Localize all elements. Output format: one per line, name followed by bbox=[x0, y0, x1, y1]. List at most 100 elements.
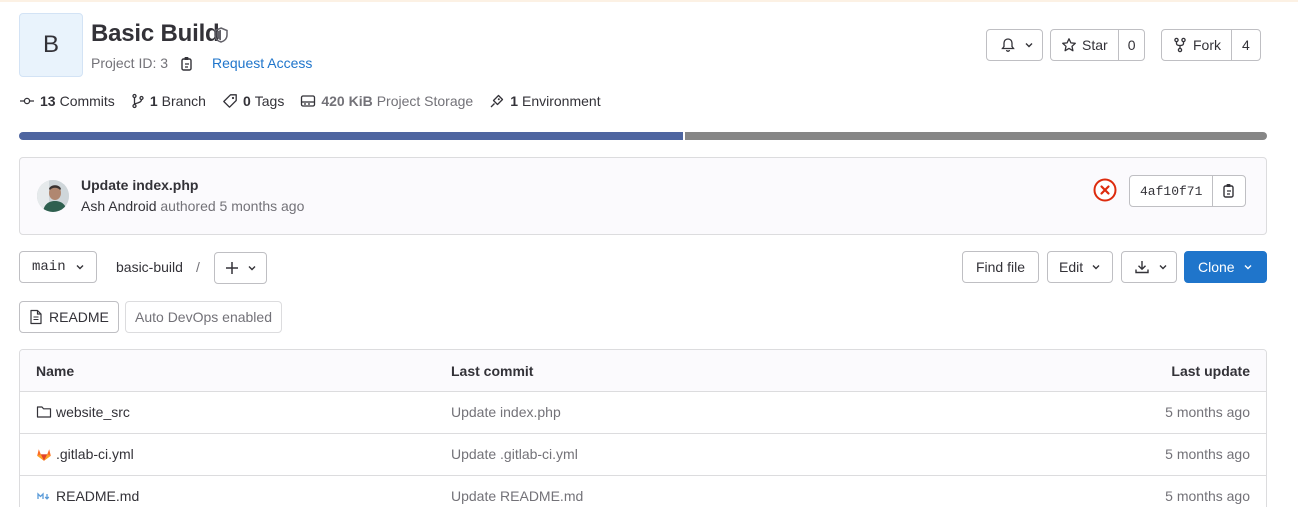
fork-label: Fork bbox=[1193, 37, 1221, 53]
file-name-link[interactable]: .gitlab-ci.yml bbox=[36, 446, 134, 462]
request-access-link[interactable]: Request Access bbox=[212, 55, 312, 71]
chevron-down-icon bbox=[1159, 265, 1167, 270]
clone-label: Clone bbox=[1198, 259, 1235, 275]
last-commit-panel: Update index.php Ash Android authored 5 … bbox=[19, 157, 1267, 235]
commit-sha[interactable]: 4af10f71 bbox=[1130, 176, 1214, 206]
copy-sha-button[interactable] bbox=[1213, 176, 1245, 206]
language-bar-segment[interactable] bbox=[19, 132, 683, 140]
download-icon bbox=[1135, 261, 1149, 274]
project-avatar[interactable]: B bbox=[19, 13, 83, 77]
commit-icon bbox=[20, 97, 34, 105]
branch-label: Branch bbox=[161, 93, 206, 109]
storage-label: Project Storage bbox=[376, 93, 474, 109]
fork-icon bbox=[1174, 37, 1186, 53]
author-avatar[interactable] bbox=[37, 180, 69, 212]
branch-name: main bbox=[32, 259, 66, 275]
readme-badge[interactable]: README bbox=[19, 301, 119, 333]
fork-count[interactable]: 4 bbox=[1231, 30, 1260, 60]
edit-label: Edit bbox=[1059, 259, 1084, 275]
tags-label: Tags bbox=[254, 93, 285, 109]
file-name-link[interactable]: README.md bbox=[36, 488, 139, 504]
file-last-update: 5 months ago bbox=[1165, 404, 1250, 420]
file-name-link[interactable]: website_src bbox=[36, 404, 130, 420]
branch-icon bbox=[132, 93, 144, 109]
top-border bbox=[0, 0, 1298, 2]
copy-id-icon[interactable] bbox=[180, 56, 194, 75]
storage-icon bbox=[301, 95, 316, 107]
branch-selector[interactable]: main bbox=[19, 251, 97, 283]
table-row[interactable]: .gitlab-ci.yml Update .gitlab-ci.yml 5 m… bbox=[20, 434, 1266, 476]
readme-label: README bbox=[49, 309, 109, 325]
chevron-down-icon bbox=[1025, 43, 1033, 48]
tags-count: 0 bbox=[242, 93, 251, 109]
star-label: Star bbox=[1082, 37, 1108, 53]
star-icon bbox=[1062, 38, 1076, 52]
auto-devops-badge[interactable]: Auto DevOps enabled bbox=[125, 301, 282, 333]
copy-icon bbox=[1223, 184, 1235, 198]
breadcrumb-separator: / bbox=[196, 259, 200, 275]
header-last-commit: Last commit bbox=[451, 363, 534, 379]
project-stats: 13 Commits 1 Branch 0 Tags 420 KiB Project S… bbox=[19, 93, 617, 109]
pipeline-failed-icon[interactable] bbox=[1093, 178, 1117, 205]
file-commit-link[interactable]: Update index.php bbox=[451, 404, 561, 420]
commits-label: Commits bbox=[59, 93, 115, 109]
chevron-down-icon bbox=[248, 266, 256, 271]
commit-sha-group: 4af10f71 bbox=[1129, 175, 1247, 207]
file-name: website_src bbox=[56, 404, 130, 420]
header-last-update: Last update bbox=[1171, 363, 1250, 379]
download-button[interactable] bbox=[1121, 251, 1177, 283]
fork-button-group[interactable]: Fork 4 bbox=[1161, 29, 1261, 61]
rocket-icon bbox=[490, 94, 504, 108]
chevron-down-icon bbox=[1092, 265, 1100, 270]
file-last-update: 5 months ago bbox=[1165, 446, 1250, 462]
storage-size: 420 KiB bbox=[321, 93, 373, 109]
file-icon bbox=[30, 309, 42, 325]
plus-icon bbox=[226, 262, 238, 274]
env-label: Environment bbox=[522, 93, 601, 109]
file-name: README.md bbox=[56, 488, 140, 504]
fork-button[interactable]: Fork bbox=[1162, 30, 1231, 60]
file-last-update: 5 months ago bbox=[1165, 488, 1250, 504]
star-button[interactable]: Star bbox=[1051, 30, 1118, 60]
star-count[interactable]: 0 bbox=[1117, 30, 1145, 60]
project-id: Project ID: 3 bbox=[91, 55, 169, 71]
file-commit-link[interactable]: Update .gitlab-ci.yml bbox=[451, 446, 578, 462]
markdown-icon bbox=[37, 492, 50, 500]
star-button-group[interactable]: Star 0 bbox=[1050, 29, 1146, 61]
commit-author[interactable]: Ash Android bbox=[81, 198, 157, 214]
shield-icon bbox=[214, 27, 228, 46]
language-bar-segment[interactable] bbox=[684, 132, 1267, 140]
environment-stat[interactable]: 1 Environment bbox=[489, 93, 601, 109]
commit-title[interactable]: Update index.php bbox=[81, 177, 198, 193]
commits-count: 13 bbox=[40, 93, 56, 109]
notifications-button[interactable] bbox=[986, 29, 1043, 61]
project-title: Basic Build bbox=[91, 20, 220, 47]
env-count: 1 bbox=[510, 93, 518, 109]
file-name: .gitlab-ci.yml bbox=[56, 446, 134, 462]
file-commit-link[interactable]: Update README.md bbox=[451, 488, 583, 504]
tag-icon bbox=[223, 94, 237, 108]
commits-stat[interactable]: 13 Commits bbox=[19, 93, 115, 109]
table-header: Name Last commit Last update bbox=[20, 350, 1266, 392]
table-row[interactable]: website_src Update index.php 5 months ag… bbox=[20, 392, 1266, 434]
file-table: Name Last commit Last update website_src… bbox=[19, 349, 1267, 507]
branch-count: 1 bbox=[149, 93, 158, 109]
breadcrumb-path[interactable]: basic-build bbox=[116, 259, 183, 275]
folder-icon bbox=[36, 406, 52, 418]
commit-meta: Ash Android authored 5 months ago bbox=[81, 198, 304, 214]
storage-stat[interactable]: 420 KiB Project Storage bbox=[300, 93, 473, 109]
bell-icon bbox=[1001, 38, 1015, 52]
find-file-button[interactable]: Find file bbox=[962, 251, 1039, 283]
commit-authored: authored 5 months ago bbox=[160, 198, 305, 214]
chevron-down-icon bbox=[76, 265, 84, 270]
edit-button[interactable]: Edit bbox=[1047, 251, 1113, 283]
branch-stat[interactable]: 1 Branch bbox=[131, 93, 206, 109]
clone-button[interactable]: Clone bbox=[1184, 251, 1267, 283]
header-name: Name bbox=[36, 363, 75, 379]
gitlab-icon bbox=[37, 449, 51, 461]
table-row[interactable]: README.md Update README.md 5 months ago bbox=[20, 476, 1266, 507]
project-avatar-letter: B bbox=[42, 31, 59, 58]
auto-devops-label: Auto DevOps enabled bbox=[135, 309, 272, 325]
tags-stat[interactable]: 0 Tags bbox=[222, 93, 284, 109]
add-to-tree-button[interactable] bbox=[214, 252, 267, 284]
